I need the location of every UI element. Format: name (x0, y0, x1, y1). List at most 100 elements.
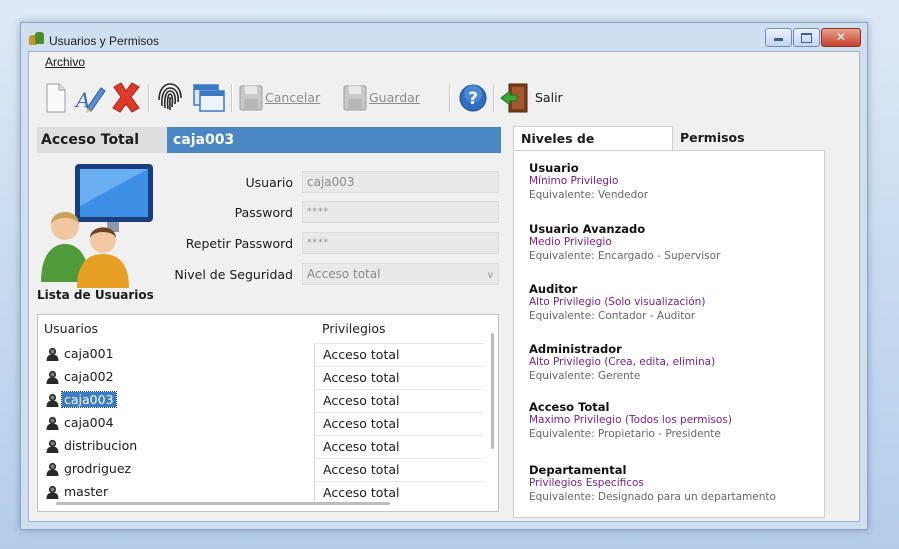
table-row[interactable]: grodriguez Acceso total (38, 458, 484, 481)
password-label: Password (234, 205, 293, 220)
tab-strip: Niveles de Seguridad Permisos (513, 126, 825, 170)
delete-button[interactable] (109, 80, 143, 116)
exit-button[interactable]: Salir (499, 80, 569, 116)
repeat-password-field[interactable]: **** (302, 232, 499, 254)
column-header-privilegios[interactable]: Privilegios (322, 321, 386, 336)
tab-niveles-de-seguridad[interactable]: Niveles de Seguridad (513, 126, 673, 170)
windows-button[interactable] (191, 80, 227, 116)
level-name: Departamental (529, 463, 627, 477)
user-name: distribucion (64, 438, 138, 453)
security-level-item: Usuario Avanzado Medio Privilegio Equivale… (529, 222, 720, 263)
maximize-icon (801, 33, 812, 43)
user-name: caja001 (64, 346, 114, 361)
disk-cancel-icon (239, 85, 263, 111)
level-privilege: Privilegios Especificos (529, 477, 644, 489)
disk-save-icon (343, 85, 367, 111)
user-privilege: Acceso total (314, 458, 484, 481)
security-level-item: Departamental Privilegios Especificos Equi… (529, 463, 776, 504)
horizontal-scrollbar[interactable] (56, 502, 390, 505)
minimize-button[interactable] (765, 28, 792, 47)
cancel-label: Cancelar (265, 90, 321, 105)
level-equivalent: Equivalente: Gerente (529, 370, 641, 382)
close-icon: ✕ (835, 30, 847, 44)
save-label: Guardar (369, 90, 420, 105)
windows-icon (193, 84, 225, 112)
usuario-field[interactable]: caja003 (302, 171, 499, 193)
security-level-value: Acceso total (307, 267, 381, 281)
table-row[interactable]: caja002 Acceso total (38, 366, 484, 389)
user-privilege: Acceso total (314, 343, 484, 366)
current-user-header: caja003 (167, 127, 501, 153)
toolbar-separator (231, 84, 233, 112)
level-name: Administrador (529, 342, 622, 356)
users-list-title: Lista de Usuarios (37, 288, 154, 302)
users-app-icon (29, 32, 45, 46)
password-field[interactable]: **** (302, 201, 499, 223)
security-level-select[interactable]: Acceso total ∨ (302, 263, 499, 285)
fingerprint-button[interactable] (155, 80, 185, 116)
user-icon (46, 462, 59, 476)
user-name: grodriguez (64, 461, 132, 476)
table-row[interactable]: caja001 Acceso total (38, 343, 484, 366)
level-equivalent: Equivalente: Propietario - Presidente (529, 428, 721, 440)
level-equivalent: Equivalente: Vendedor (529, 189, 649, 201)
user-name: master (64, 484, 109, 499)
window-title: Usuarios y Permisos (49, 34, 160, 48)
close-button[interactable]: ✕ (821, 28, 861, 47)
level-equivalent: Equivalente: Encargado - Supervisor (529, 250, 721, 262)
vertical-scrollbar[interactable] (491, 333, 494, 449)
user-icon (46, 347, 59, 361)
title-bar[interactable]: Usuarios y Permisos ✕ (21, 23, 867, 51)
edit-pencil-icon: A (74, 87, 106, 113)
security-level-label: Nivel de Seguridad (174, 267, 293, 282)
toolbar-separator (493, 84, 495, 112)
minimize-icon (774, 38, 783, 41)
save-button[interactable]: Guardar (341, 80, 441, 116)
column-header-usuarios[interactable]: Usuarios (44, 321, 98, 336)
user-name: caja003 (61, 391, 117, 408)
toolbar-separator (148, 84, 150, 112)
maximize-button[interactable] (793, 28, 820, 47)
security-levels-panel: Usuario Mínimo Privilegio Equivalente: Ven… (513, 150, 825, 518)
user-privilege: Acceso total (314, 366, 484, 389)
chevron-down-icon: ∨ (486, 270, 494, 281)
security-level-item: Acceso Total Maximo Privilegio (Todos los… (529, 400, 732, 441)
edit-button[interactable]: A (73, 80, 107, 116)
user-name: caja002 (64, 369, 114, 384)
level-equivalent: Equivalente: Contador - Auditor (529, 310, 696, 322)
access-level-header: Acceso Total (37, 127, 167, 153)
users-illustration (37, 162, 159, 292)
level-privilege: Maximo Privilegio (Todos los permisos) (529, 414, 732, 426)
window-controls: ✕ (764, 28, 861, 47)
level-privilege: Medio Privilegio (529, 236, 612, 248)
table-row[interactable]: distribucion Acceso total (38, 435, 484, 458)
level-name: Usuario (529, 161, 579, 175)
new-document-icon (46, 83, 66, 113)
menu-archivo[interactable]: Archivo (45, 55, 85, 69)
new-button[interactable] (41, 80, 69, 116)
user-icon (46, 393, 59, 407)
user-icon (46, 416, 59, 430)
tab-permisos[interactable]: Permisos (673, 126, 761, 150)
security-level-item: Auditor Alto Privilegio (Solo visualizaci… (529, 282, 705, 323)
table-row[interactable]: master Acceso total (38, 481, 484, 504)
level-privilege: Mínimo Privilegio (529, 175, 619, 187)
user-icon (46, 485, 59, 499)
user-privilege: Acceso total (314, 481, 484, 504)
usuario-label: Usuario (245, 175, 293, 190)
help-button[interactable]: ? (457, 80, 489, 116)
exit-door-icon (500, 83, 528, 113)
repeat-password-label: Repetir Password (185, 236, 293, 251)
level-equivalent: Equivalente: Designado para un departame… (529, 491, 776, 503)
level-privilege: Alto Privilegio (Crea, edita, elimina) (529, 356, 716, 368)
toolbar-separator (449, 84, 451, 112)
level-name: Usuario Avanzado (529, 222, 646, 236)
user-name: caja004 (64, 415, 114, 430)
security-level-item: Usuario Mínimo Privilegio Equivalente: Ven… (529, 161, 648, 202)
table-row[interactable]: caja004 Acceso total (38, 412, 484, 435)
security-level-item: Administrador Alto Privilegio (Crea, edit… (529, 342, 715, 383)
help-icon: ? (459, 84, 487, 112)
table-row[interactable]: caja003 Acceso total (38, 389, 484, 412)
toolbar: A Cancelar Guardar ? Salir (29, 78, 859, 118)
cancel-button[interactable]: Cancelar (237, 80, 339, 116)
